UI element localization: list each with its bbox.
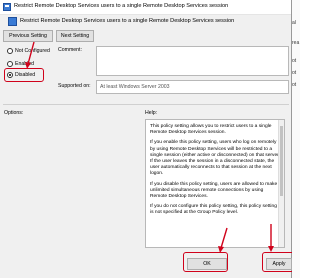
help-paragraph: This policy setting allows you to restri… [150,124,272,136]
scrollbar-thumb[interactable] [280,126,283,196]
background-text: ot [292,58,297,64]
arrow-to-disabled-icon [25,41,35,69]
next-setting-button[interactable]: Next Setting [56,30,94,42]
policy-dialog: Restrict Remote Desktop Services users t… [0,0,295,278]
help-paragraph: If you enable this policy setting, users… [150,140,280,177]
comment-field[interactable] [96,46,289,76]
setting-icon [8,17,17,26]
comment-label: Comment: [58,47,82,53]
radio-circle[interactable] [7,61,13,67]
background-text: ot [292,82,297,88]
options-pane [3,118,143,248]
background-text: rea [292,40,300,46]
supported-on-label: Supported on: [58,83,91,89]
help-label: Help: [145,110,158,116]
policy-icon [3,3,11,11]
background-text: al [292,20,296,26]
background-text: ot [292,70,297,76]
divider [3,104,289,105]
background-window-strip: al rea ot ot ot [292,0,300,278]
arrow-to-ok-icon [218,227,228,253]
options-label: Options: [4,110,24,116]
radio-circle[interactable] [7,48,13,54]
help-paragraph: If you disable this policy setting, user… [150,181,278,200]
window-title: Restrict Remote Desktop Services users t… [14,3,229,9]
supported-on-value: At least Windows Server 2003 [96,80,289,94]
disabled-highlight-box [4,68,44,82]
help-scrollbar[interactable] [278,120,284,247]
apply-button[interactable]: Apply [266,258,292,270]
help-paragraph: If you do not configure this policy sett… [150,204,277,216]
policy-name: Restrict Remote Desktop Services users t… [20,18,235,24]
arrow-to-apply-icon [268,224,274,252]
ok-button[interactable]: OK [187,258,227,270]
help-text-box: This policy setting allows you to restri… [145,119,285,248]
title-bar: Restrict Remote Desktop Services users t… [0,0,291,15]
